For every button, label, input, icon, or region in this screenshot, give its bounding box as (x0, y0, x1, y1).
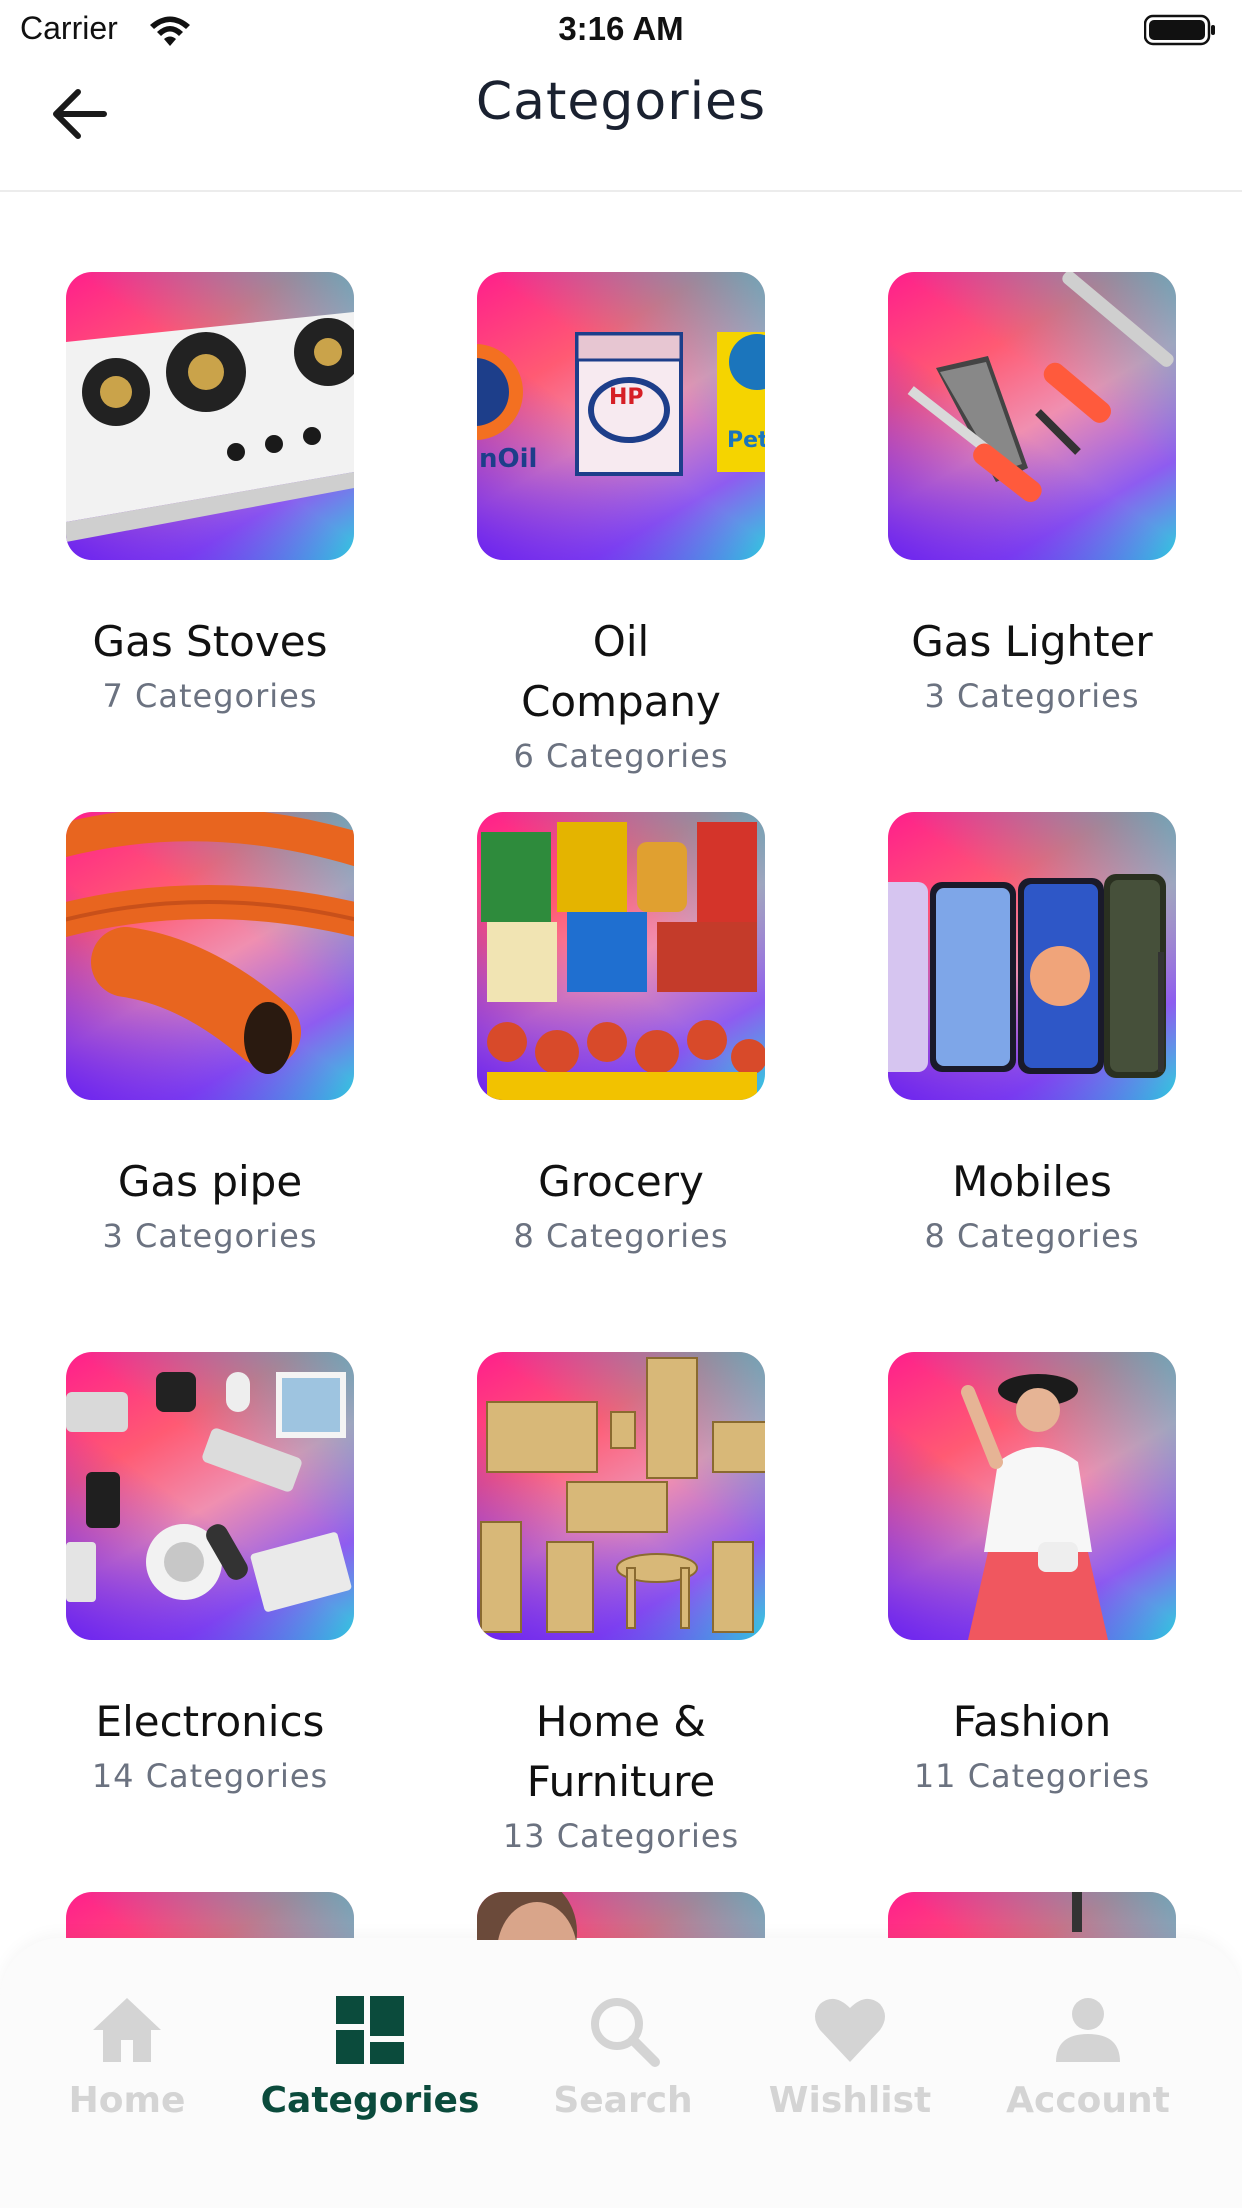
category-count: 8 Categories (513, 1217, 729, 1255)
category-card-electronics[interactable]: Electronics 14 Categories (0, 1352, 420, 1800)
app-header: Categories (0, 62, 1242, 192)
category-name: Fashion (952, 1697, 1112, 1746)
category-card-partial[interactable] (0, 1892, 420, 1940)
category-image-partial (66, 1892, 354, 1940)
category-card-gas-stoves[interactable]: Gas Stoves 7 Categories (0, 272, 420, 720)
category-count: 3 Categories (102, 1217, 318, 1255)
nav-label: Wishlist (768, 2080, 932, 2121)
product-photo-icon (1072, 1892, 1082, 1932)
category-count: 8 Categories (924, 1217, 1140, 1255)
category-name: Gas Stoves (92, 617, 328, 666)
category-grid: Gas Stoves 7 Categories nOil HP Pet Oil … (0, 192, 1242, 1940)
category-card-gas-lighter[interactable]: Gas Lighter 3 Categories (822, 272, 1242, 720)
category-image-fashion (888, 1352, 1176, 1640)
category-card-gas-pipe[interactable]: Gas pipe 3 Categories (0, 812, 420, 1260)
category-image-gas-pipe (66, 812, 354, 1100)
category-image-partial (888, 1892, 1176, 1940)
person-photo-icon (477, 1892, 577, 1940)
nav-item-search[interactable]: Search (503, 1990, 743, 2121)
smartphones-icon (888, 874, 1166, 1078)
category-image-furniture (477, 1352, 765, 1640)
nav-label: Search (553, 2080, 693, 2121)
gas-stove-icon (66, 312, 354, 542)
category-card-fashion[interactable]: Fashion 11 Categories (822, 1352, 1242, 1800)
furniture-icon (480, 1357, 765, 1633)
svg-text:Pet: Pet (727, 428, 765, 453)
gas-pipe-icon (66, 812, 354, 1074)
category-name: Home & Furniture (526, 1697, 716, 1806)
category-card-grocery[interactable]: Grocery 8 Categories (411, 812, 831, 1260)
nav-item-wishlist[interactable]: Wishlist (730, 1990, 970, 2121)
nav-item-account[interactable]: Account (968, 1990, 1208, 2121)
category-image-gas-lighter (888, 272, 1176, 560)
category-name: Mobiles (952, 1157, 1112, 1206)
heart-icon (815, 1998, 885, 2062)
category-name: Gas pipe (117, 1157, 303, 1206)
category-card-home-furniture[interactable]: Home & Furniture 13 Categories (411, 1352, 831, 1860)
nav-label: Categories (260, 2080, 480, 2121)
svg-text:HP: HP (609, 385, 644, 410)
user-icon (1056, 1998, 1120, 2062)
category-image-grocery (477, 812, 765, 1100)
category-count: 7 Categories (102, 677, 318, 715)
category-name: Oil Company (521, 617, 721, 726)
category-image-gas-stove (66, 272, 354, 560)
category-name: Electronics (95, 1697, 325, 1746)
category-image-mobiles (888, 812, 1176, 1100)
category-count: 11 Categories (913, 1757, 1151, 1795)
nav-label: Account (1006, 2080, 1170, 2121)
category-name: Grocery (538, 1157, 704, 1206)
fashion-model-icon (961, 1374, 1108, 1640)
category-count: 14 Categories (91, 1757, 329, 1795)
category-name: Gas Lighter (911, 617, 1153, 666)
electronics-icon (66, 1372, 352, 1612)
category-image-partial (477, 1892, 765, 1940)
category-image-electronics (66, 1352, 354, 1640)
category-card-oil-company[interactable]: nOil HP Pet Oil Company 6 Categories (411, 272, 831, 780)
lighter-tools-icon (907, 272, 1174, 503)
bottom-nav: Home Categories Search Wishlist Account (0, 1938, 1242, 2208)
category-card-partial[interactable] (822, 1892, 1242, 1940)
grocery-items-icon (481, 822, 765, 1100)
status-bar: Carrier 3:16 AM (0, 0, 1242, 62)
nav-label: Home (68, 2080, 186, 2121)
nav-item-categories[interactable]: Categories (250, 1990, 490, 2121)
category-count: 6 Categories (513, 737, 729, 775)
battery-icon (1144, 14, 1215, 46)
home-icon (93, 1998, 161, 2062)
category-count: 3 Categories (924, 677, 1140, 715)
clock: 3:16 AM (558, 10, 684, 47)
category-card-mobiles[interactable]: Mobiles 8 Categories (822, 812, 1242, 1260)
svg-text:nOil: nOil (479, 444, 537, 474)
page-title: Categories (475, 72, 767, 132)
oil-logos-icon: nOil HP Pet (477, 332, 765, 476)
search-icon (591, 1998, 660, 2067)
category-image-oil-company: nOil HP Pet (477, 272, 765, 560)
category-count: 13 Categories (502, 1817, 740, 1855)
grid-icon (336, 1996, 404, 2064)
nav-item-home[interactable]: Home (7, 1990, 247, 2121)
category-card-partial[interactable] (411, 1892, 831, 1940)
